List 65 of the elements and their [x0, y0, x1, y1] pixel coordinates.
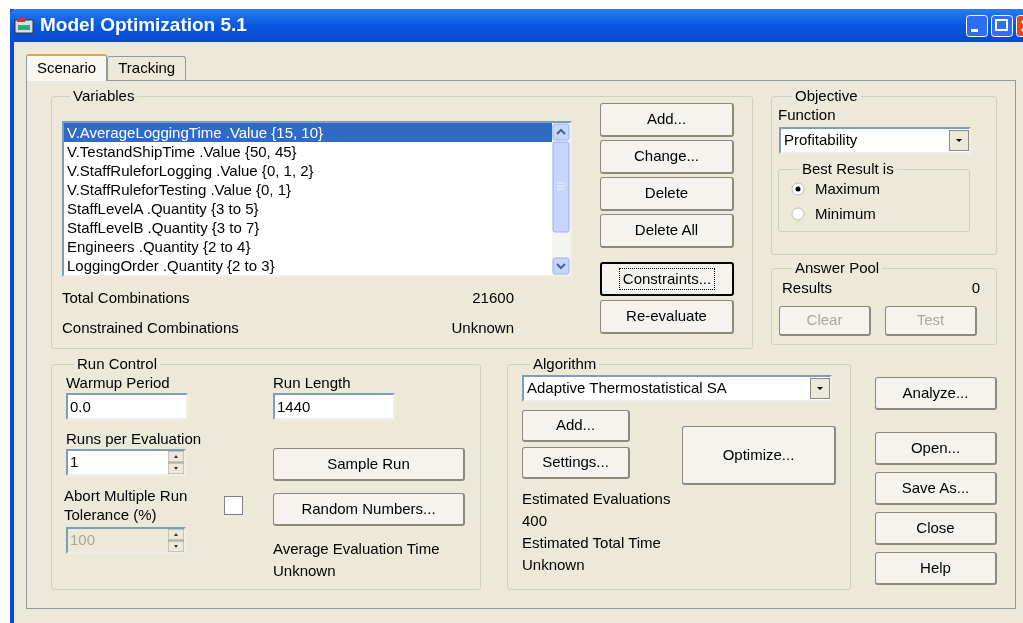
list-item[interactable]: Engineers .Quantity {2 to 4} — [64, 237, 552, 256]
info-value: Unknown — [273, 561, 337, 581]
results-value: 0 — [971, 278, 980, 298]
list-item[interactable]: V.TestandShipTime .Value {50, 45} — [64, 142, 552, 161]
stat-value: Unknown — [451, 317, 514, 338]
text-field[interactable]: 1440 — [273, 393, 395, 420]
push-button[interactable]: Delete All — [600, 214, 734, 248]
spinner-arrows-icon[interactable] — [168, 451, 184, 474]
text-field[interactable]: 0.0 — [66, 393, 188, 420]
field-label: Run Length — [273, 373, 352, 393]
push-button[interactable]: Open... — [875, 432, 997, 465]
field-label: Runs per Evaluation — [66, 429, 203, 449]
group-title: Answer Pool — [794, 259, 881, 277]
field-label: Function — [778, 105, 837, 125]
info-label: Average Evaluation Time — [273, 539, 441, 559]
push-button[interactable]: Add... — [600, 103, 734, 137]
push-button[interactable]: Change... — [600, 140, 734, 174]
push-button[interactable]: Random Numbers... — [273, 493, 465, 526]
spin-field[interactable]: 1 — [66, 449, 186, 476]
list-item[interactable]: V.StaffRuleforTesting .Value {0, 1} — [64, 180, 552, 199]
list-item[interactable]: LoggingOrder .Quantity {2 to 3} — [64, 256, 552, 275]
push-button[interactable]: Sample Run — [273, 448, 465, 481]
stat-label: Total Combinations — [62, 288, 190, 308]
info-value: 400 — [522, 511, 549, 531]
push-button[interactable]: Help — [875, 552, 997, 585]
push-button[interactable]: Add... — [522, 410, 630, 442]
maximize-icon[interactable] — [991, 14, 1013, 37]
stat-value: 21600 — [472, 288, 514, 308]
group-title: Run Control — [76, 355, 159, 373]
group-title: Algorithm — [532, 355, 598, 373]
group-title: Objective — [794, 87, 859, 105]
tab[interactable]: Scenario — [26, 54, 108, 81]
push-button[interactable]: Re-evaluate — [600, 300, 734, 334]
push-button[interactable]: Close — [875, 512, 997, 545]
list-item[interactable]: StaffLevelA .Quantity {3 to 5} — [64, 199, 552, 218]
window-title: Model Optimization 5.1 — [40, 13, 247, 38]
dropdown[interactable]: Adaptive Thermostatistical SA — [522, 375, 832, 402]
results-label: Results — [782, 278, 833, 298]
field-label: Warmup Period — [66, 373, 171, 393]
push-button[interactable]: Analyze... — [875, 377, 997, 410]
field-label: Abort Multiple Run Tolerance (%) — [64, 486, 189, 524]
push-button[interactable]: Settings... — [522, 447, 630, 479]
scrollbar[interactable] — [552, 123, 570, 275]
push-button[interactable]: Save As... — [875, 472, 997, 505]
radio-button[interactable] — [791, 182, 805, 197]
radio-button[interactable] — [791, 206, 805, 221]
app-icon — [14, 16, 34, 35]
radio-label: Maximum — [815, 179, 880, 199]
group-title: Best Result is — [801, 160, 895, 178]
list-item[interactable]: V.AverageLoggingTime .Value {15, 10} — [64, 123, 552, 142]
list-item[interactable]: StaffLevelB .Quantity {3 to 7} — [64, 218, 552, 237]
radio-label: Minimum — [815, 203, 876, 224]
push-button[interactable]: Optimize... — [682, 426, 836, 485]
dropdown[interactable]: Profitability — [779, 127, 971, 154]
list-item[interactable]: V.StaffRuleforLogging .Value {0, 1, 2} — [64, 161, 552, 180]
minimize-icon[interactable] — [966, 14, 988, 37]
group-title: Variables — [72, 87, 136, 105]
push-button[interactable]: Constraints... — [600, 262, 734, 296]
stat-label: Constrained Combinations — [62, 317, 239, 338]
info-label: Estimated Evaluations — [522, 489, 672, 509]
push-button[interactable]: Delete — [600, 177, 734, 211]
info-value: Unknown — [522, 555, 586, 575]
tab[interactable]: Tracking — [107, 56, 187, 80]
info-label: Estimated Total Time — [522, 533, 662, 553]
variables-list[interactable] — [62, 121, 572, 277]
